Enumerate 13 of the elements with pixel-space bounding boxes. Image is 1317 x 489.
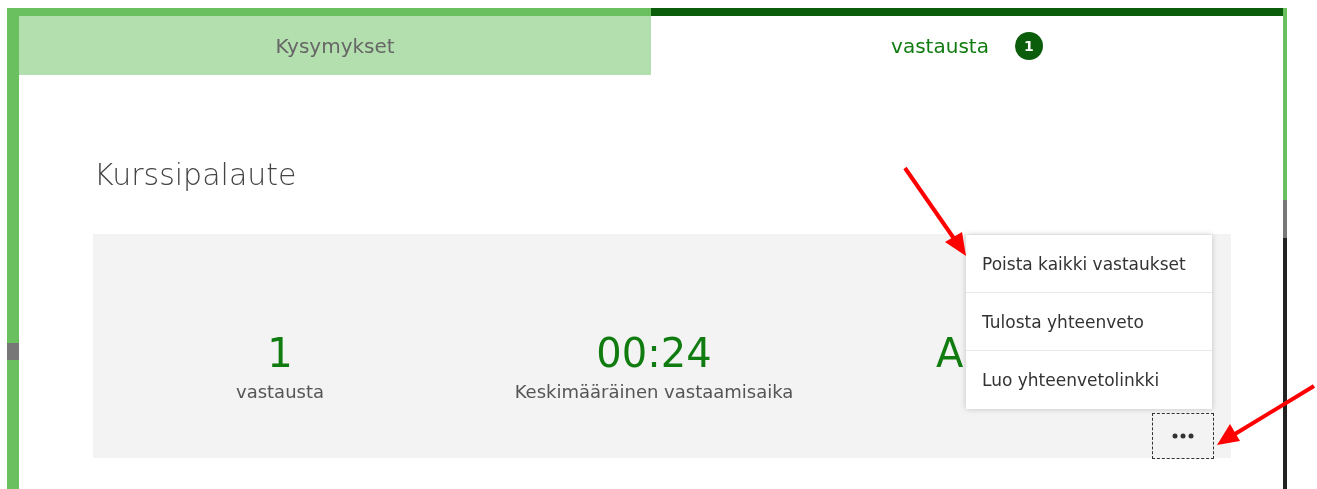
count-badge: 1	[1014, 31, 1043, 60]
tab[interactable]: Kysymykset	[19, 8, 651, 75]
stat-label: Keskimääräinen vastaamisaika	[514, 380, 794, 402]
menu-item[interactable]: Poista kaikki vastaukset	[966, 235, 1212, 293]
form-title: Kurssipalaute	[94, 157, 298, 192]
menu-item[interactable]: Tulosta yhteenveto	[966, 293, 1212, 351]
stat-value: 00:24	[596, 330, 712, 375]
stat-label: vastausta	[236, 380, 324, 402]
more-icon	[1172, 433, 1194, 439]
stat-value: 1	[267, 330, 293, 375]
stat-value: A	[936, 330, 964, 375]
menu-item[interactable]: Luo yhteenvetolinkki	[966, 351, 1212, 409]
more-button[interactable]	[1152, 413, 1214, 459]
